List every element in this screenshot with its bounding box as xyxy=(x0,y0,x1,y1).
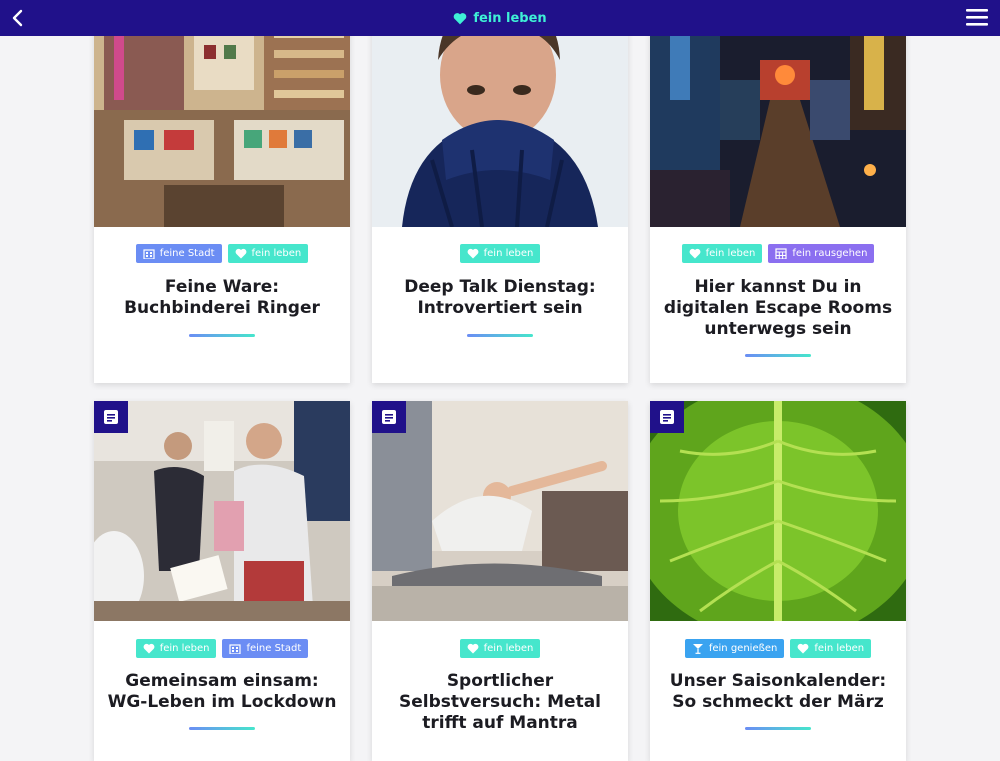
heart-icon xyxy=(467,248,479,259)
tag-fein-geniessen[interactable]: fein genießen xyxy=(684,639,785,658)
hamburger-menu-icon xyxy=(966,9,988,26)
article-icon xyxy=(104,410,118,424)
article-badge xyxy=(650,401,684,433)
brand-logo[interactable]: fein leben xyxy=(453,10,547,26)
tag-fein-leben[interactable]: fein leben xyxy=(681,244,763,263)
heart-icon xyxy=(467,643,479,654)
tag-fein-rausgehen[interactable]: fein rausgehen xyxy=(768,244,875,263)
tag-label: feine Stadt xyxy=(246,643,302,654)
title-underline xyxy=(189,334,255,337)
article-title[interactable]: Deep Talk Dienstag: Introvertiert sein xyxy=(382,277,618,319)
tag-label: fein leben xyxy=(483,643,534,654)
article-card[interactable]: fein leben feine Stadt Gemeinsam einsam:… xyxy=(94,401,350,761)
tag-fein-leben[interactable]: fein leben xyxy=(790,639,872,658)
title-underline xyxy=(467,334,533,337)
tag-fein-leben[interactable]: fein leben xyxy=(135,639,217,658)
article-icon xyxy=(660,410,674,424)
chevron-left-icon xyxy=(12,9,23,27)
heart-icon xyxy=(689,248,700,259)
tag-label: fein leben xyxy=(483,248,534,259)
tag-label: fein leben xyxy=(705,248,756,259)
cocktail-icon xyxy=(692,644,703,654)
article-badge xyxy=(372,401,406,433)
tag-fein-leben[interactable]: fein leben xyxy=(459,244,541,263)
title-underline xyxy=(189,727,255,730)
article-card[interactable]: fein leben Sportlicher Selbstversuch: Me… xyxy=(372,401,628,761)
article-image xyxy=(94,401,350,621)
tag-feine-stadt[interactable]: feine Stadt xyxy=(135,244,222,263)
heart-icon xyxy=(797,643,809,654)
article-title[interactable]: Hier kannst Du in digitalen Escape Rooms… xyxy=(660,277,896,340)
heart-icon xyxy=(454,12,467,24)
tag-label: feine Stadt xyxy=(159,248,215,259)
tag-label: fein rausgehen xyxy=(792,248,868,259)
tag-label: fein leben xyxy=(251,248,302,259)
card-tags: fein leben xyxy=(372,244,628,263)
back-button[interactable] xyxy=(6,6,30,30)
article-card[interactable]: fein genießen fein leben Unser Saisonkal… xyxy=(650,401,906,761)
tag-fein-leben[interactable]: fein leben xyxy=(459,639,541,658)
article-badge xyxy=(94,401,128,433)
calendar-grid-icon xyxy=(775,248,787,259)
article-card[interactable]: fein leben fein rausgehen Hier kannst Du… xyxy=(650,0,906,383)
article-title[interactable]: Gemeinsam einsam: WG-Leben im Lockdown xyxy=(104,671,340,713)
card-tags: fein leben xyxy=(372,639,628,658)
article-image xyxy=(372,401,628,621)
heart-icon xyxy=(143,643,155,654)
brand-name: fein leben xyxy=(473,10,547,26)
article-title[interactable]: Unser Saisonkalender: So schmeckt der Mä… xyxy=(660,671,896,713)
title-underline xyxy=(745,354,811,357)
menu-button[interactable] xyxy=(966,7,990,29)
tag-feine-stadt[interactable]: feine Stadt xyxy=(222,639,309,658)
tag-label: fein leben xyxy=(814,643,865,654)
article-icon xyxy=(382,410,396,424)
article-image xyxy=(650,401,906,621)
article-title[interactable]: Sportlicher Selbstversuch: Metal trifft … xyxy=(382,671,618,734)
article-title[interactable]: Feine Ware: Buchbinderei Ringer xyxy=(104,277,340,319)
article-card[interactable]: fein leben Deep Talk Dienstag: Introvert… xyxy=(372,0,628,383)
card-tags: fein leben fein rausgehen xyxy=(650,244,906,263)
top-bar: fein leben xyxy=(0,0,1000,36)
card-tags: feine Stadt fein leben xyxy=(94,244,350,263)
building-icon xyxy=(143,249,155,259)
tag-label: fein genießen xyxy=(708,643,778,654)
building-icon xyxy=(229,644,242,654)
card-tags: fein leben feine Stadt xyxy=(94,639,350,658)
title-underline xyxy=(745,727,811,730)
card-tags: fein genießen fein leben xyxy=(650,639,906,658)
tag-label: fein leben xyxy=(159,643,210,654)
tag-fein-leben[interactable]: fein leben xyxy=(227,244,309,263)
article-card[interactable]: feine Stadt fein leben Feine Ware: Buchb… xyxy=(94,0,350,383)
heart-icon xyxy=(235,248,246,259)
